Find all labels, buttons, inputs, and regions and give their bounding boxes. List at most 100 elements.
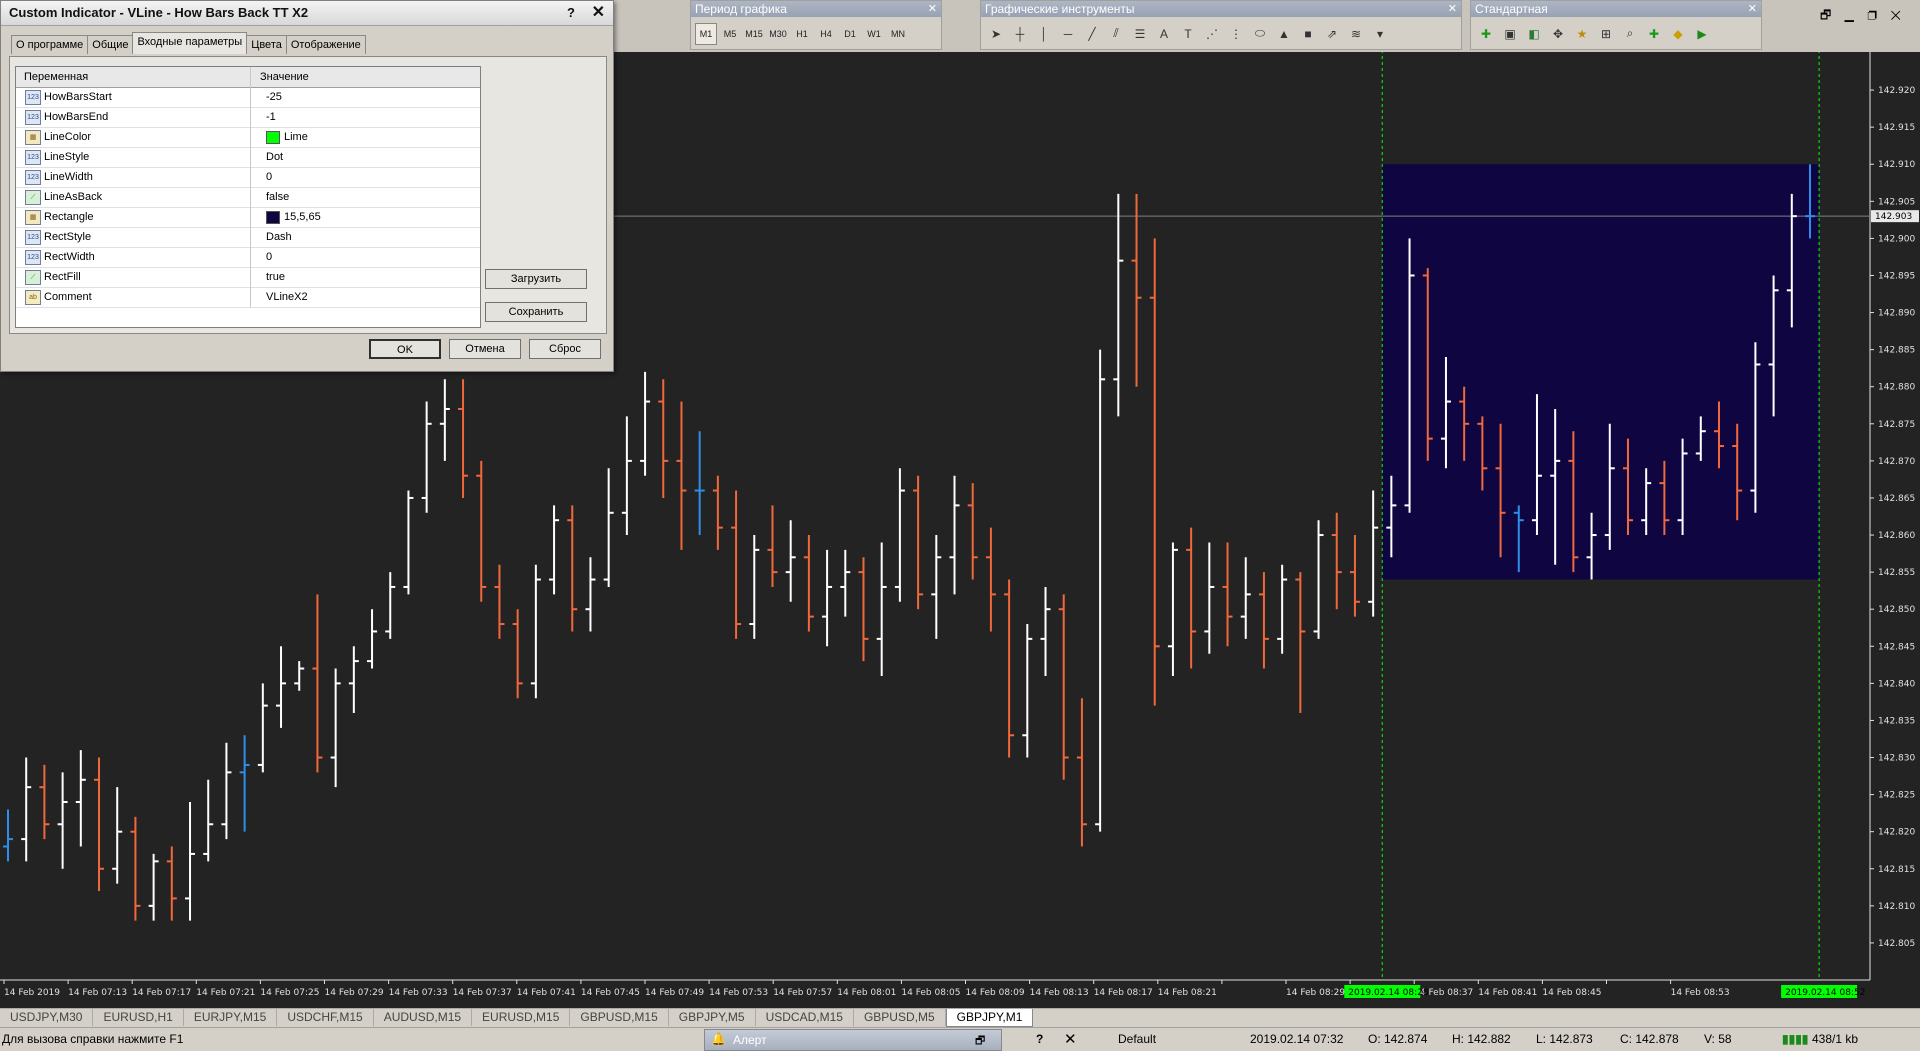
param-value: VLineX2: [266, 291, 308, 303]
y-tick-label: 142.885: [1878, 346, 1915, 356]
channels-icon[interactable]: ≋: [1345, 23, 1367, 45]
horizontal-line-icon[interactable]: ─: [1057, 23, 1079, 45]
param-value: -1: [266, 111, 276, 123]
param-row[interactable]: 123 HowBarsStart -25: [16, 87, 480, 108]
param-row[interactable]: ab Comment VLineX2: [16, 287, 480, 308]
period-button-m30[interactable]: M30: [767, 23, 789, 45]
param-row[interactable]: 123 LineStyle Dot: [16, 147, 480, 168]
color-type-icon: ▦: [25, 130, 41, 145]
symbol-tab[interactable]: USDCAD,M15: [756, 1009, 854, 1026]
param-row[interactable]: 123 RectStyle Dash: [16, 227, 480, 248]
symbol-tab[interactable]: EURJPY,M15: [184, 1009, 278, 1026]
ellipse-icon[interactable]: ⬭: [1249, 23, 1271, 45]
param-row[interactable]: 123 RectWidth 0: [16, 247, 480, 268]
restore-alert-icon[interactable]: 🗗: [975, 1032, 985, 1051]
param-row[interactable]: ⟋ RectFill true: [16, 267, 480, 288]
symbol-tab[interactable]: EURUSD,M15: [472, 1009, 571, 1026]
market-watch-icon[interactable]: ◧: [1523, 23, 1545, 45]
period-button-h1[interactable]: H1: [791, 23, 813, 45]
period-button-m5[interactable]: M5: [719, 23, 741, 45]
period-buttons: M1 M5 M15 M30 H1 H4 D1 W1 MN: [691, 18, 941, 49]
symbol-tab[interactable]: USDCHF,M15: [277, 1009, 374, 1026]
x-tick-label: 14 Feb 08:13: [1030, 988, 1089, 998]
help-icon[interactable]: ?: [1036, 1032, 1043, 1046]
restore-window-icon[interactable]: 🗗: [1820, 8, 1831, 22]
navigator-icon[interactable]: ✥: [1547, 23, 1569, 45]
maximize-window-icon[interactable]: ❐: [1867, 8, 1877, 22]
period-button-h4[interactable]: H4: [815, 23, 837, 45]
fibonacci-icon[interactable]: ☰: [1129, 23, 1151, 45]
period-button-w1[interactable]: W1: [863, 23, 885, 45]
close-dialog-button[interactable]: ✕: [592, 1, 605, 25]
rectangle-icon[interactable]: ■: [1297, 23, 1319, 45]
metaeditor-icon[interactable]: ◆: [1667, 23, 1689, 45]
period-button-mn[interactable]: MN: [887, 23, 909, 45]
dialog-tabs: О программе Общие Входные параметры Цвета От…: [11, 32, 366, 55]
period-button-m1[interactable]: M1: [695, 22, 717, 45]
symbol-tab[interactable]: EURUSD,H1: [93, 1009, 184, 1026]
integer-type-icon: 123: [25, 110, 41, 125]
symbol-tab[interactable]: GBPUSD,M15: [570, 1009, 669, 1026]
crosshair-icon[interactable]: ┼: [1009, 23, 1031, 45]
dialog-tab-0[interactable]: О программе: [11, 35, 89, 54]
help-button[interactable]: ?: [567, 1, 575, 25]
vline-time-label: 2019.02.14 08:52: [1785, 988, 1865, 998]
new-order-icon[interactable]: ✚: [1643, 23, 1665, 45]
equidistant-channel-icon[interactable]: ⫽: [1105, 23, 1127, 45]
text-icon[interactable]: A: [1153, 23, 1175, 45]
gann-fan-icon[interactable]: ⋰: [1201, 23, 1223, 45]
boolean-type-icon: ⟋: [25, 270, 41, 285]
dialog-tab-2[interactable]: Входные параметры: [132, 32, 248, 54]
profiles-icon[interactable]: ▣: [1499, 23, 1521, 45]
param-row[interactable]: ⟋ LineAsBack false: [16, 187, 480, 208]
connection-icon: ▮▮▮▮: [1782, 1032, 1809, 1046]
symbol-tab[interactable]: USDJPY,M30: [0, 1009, 94, 1026]
window-controls: 🗗 ▁ ❐ ✕: [1820, 6, 1901, 27]
symbol-tab[interactable]: GBPJPY,M1: [945, 1009, 1034, 1027]
y-tick-label: 142.840: [1878, 679, 1915, 689]
period-button-d1[interactable]: D1: [839, 23, 861, 45]
more-tools-icon[interactable]: ▾: [1369, 23, 1391, 45]
dialog-tab-3[interactable]: Цвета: [246, 35, 287, 54]
vertical-line-icon[interactable]: │: [1033, 23, 1055, 45]
close-icon[interactable]: ✕: [1748, 1, 1757, 17]
cycle-lines-icon[interactable]: ⋮: [1225, 23, 1247, 45]
close-alert-icon[interactable]: ✕: [1064, 1030, 1077, 1048]
close-icon[interactable]: ✕: [1448, 1, 1457, 17]
arrows-icon[interactable]: ⇗: [1321, 23, 1343, 45]
period-button-m15[interactable]: M15: [743, 23, 765, 45]
graphic-tools-toolbar: Графические инструменты ✕ ➤ ┼ │ ─ ╱ ⫽ ☰ …: [980, 0, 1462, 50]
close-window-icon[interactable]: ✕: [1890, 8, 1900, 22]
autotrading-icon[interactable]: ▶: [1691, 23, 1713, 45]
dialog-tab-4[interactable]: Отображение: [285, 35, 366, 54]
new-chart-icon[interactable]: ✚: [1475, 23, 1497, 45]
symbol-tab[interactable]: GBPUSD,M5: [854, 1009, 946, 1026]
terminal-icon[interactable]: ⊞: [1595, 23, 1617, 45]
header-variable-label: Переменная: [24, 71, 89, 83]
status-help: Для вызова справки нажмите F1: [2, 1032, 184, 1046]
dialog-tab-1[interactable]: Общие: [87, 35, 134, 54]
trendline-icon[interactable]: ╱: [1081, 23, 1103, 45]
alert-window[interactable]: 🔔 Алерт 🗗: [704, 1029, 1002, 1051]
minimize-window-icon[interactable]: ▁: [1845, 8, 1854, 22]
symbol-tab[interactable]: AUDUSD,M15: [374, 1009, 473, 1026]
triangle-icon[interactable]: ▲: [1273, 23, 1295, 45]
strategy-tester-icon[interactable]: ⌕: [1619, 23, 1641, 45]
ok-button[interactable]: OK: [369, 339, 441, 359]
text-label-icon[interactable]: T: [1177, 23, 1199, 45]
symbol-tab[interactable]: GBPJPY,M5: [669, 1009, 756, 1026]
save-button[interactable]: Сохранить: [485, 302, 587, 322]
load-button[interactable]: Загрузить: [485, 269, 587, 289]
param-row[interactable]: 123 HowBarsEnd -1: [16, 107, 480, 128]
cursor-arrow-icon[interactable]: ➤: [985, 23, 1007, 45]
x-tick-label: 14 Feb 07:53: [709, 988, 768, 998]
data-window-icon[interactable]: ★: [1571, 23, 1593, 45]
close-icon[interactable]: ✕: [928, 1, 937, 17]
param-row[interactable]: 123 LineWidth 0: [16, 167, 480, 188]
status-high: H: 142.882: [1452, 1032, 1511, 1046]
string-type-icon: ab: [25, 290, 41, 305]
param-row[interactable]: ▦ LineColor Lime: [16, 127, 480, 148]
param-row[interactable]: ▦ Rectangle 15,5,65: [16, 207, 480, 228]
cancel-button[interactable]: Отмена: [449, 339, 521, 359]
reset-button[interactable]: Сброс: [529, 339, 601, 359]
